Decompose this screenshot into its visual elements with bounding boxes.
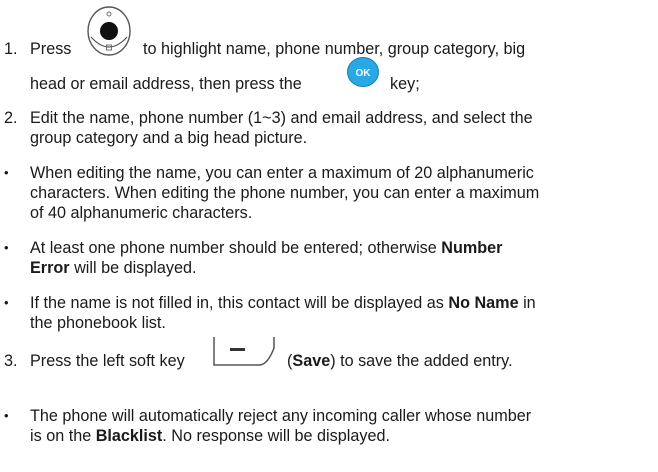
bullet-2-line2: Error will be displayed. bbox=[30, 259, 197, 277]
left-soft-key-icon bbox=[213, 337, 275, 366]
step-3-number: 3. bbox=[4, 352, 18, 370]
step-3-press-text: Press the left soft key bbox=[30, 352, 185, 370]
bullet-1-line3: of 40 alphanumeric characters. bbox=[30, 204, 253, 222]
step-1-press-text: Press bbox=[30, 40, 72, 58]
nav-key-icon bbox=[87, 6, 131, 56]
step-1-number: 1. bbox=[4, 40, 18, 58]
bullet-4-line1: The phone will automatically reject any … bbox=[30, 407, 532, 425]
ok-key-label: OK bbox=[356, 68, 372, 79]
save-bold: Save bbox=[292, 352, 331, 370]
bullet-2-line1: At least one phone number should be ente… bbox=[30, 239, 503, 257]
step-2-line1: Edit the name, phone number (1~3) and em… bbox=[30, 109, 533, 127]
bullet-2-marker: • bbox=[4, 240, 9, 255]
step-1-line2-text: head or email address, then press the bbox=[30, 75, 302, 93]
ok-key-icon: OK bbox=[347, 57, 379, 87]
bullet-3-line2: the phonebook list. bbox=[30, 314, 166, 332]
step-1-key-text: key; bbox=[390, 75, 420, 93]
number-error-bold-1: Number bbox=[441, 239, 503, 257]
bullet-4-marker: • bbox=[4, 408, 9, 423]
bullet-4-line2: is on the Blacklist. No response will be… bbox=[30, 427, 390, 445]
bullet-1-line2: characters. When editing the phone numbe… bbox=[30, 184, 540, 202]
manual-page: 1. Press to highlight name, phone number… bbox=[0, 0, 658, 472]
no-name-bold: No Name bbox=[448, 294, 519, 312]
step-2-line2: group category and a big head picture. bbox=[30, 129, 308, 147]
step-1-highlight-text: to highlight name, phone number, group c… bbox=[143, 40, 526, 58]
bullet-3-line1: If the name is not filled in, this conta… bbox=[30, 294, 536, 312]
bullet-1-marker: • bbox=[4, 165, 9, 180]
step-3-save-text: (Save) to save the added entry. bbox=[287, 352, 513, 370]
blacklist-bold: Blacklist bbox=[95, 427, 163, 445]
number-error-bold-2: Error bbox=[30, 259, 70, 277]
bullet-3-marker: • bbox=[4, 295, 9, 310]
step-2-number: 2. bbox=[4, 109, 18, 127]
bullet-1-line1: When editing the name, you can enter a m… bbox=[30, 164, 534, 182]
